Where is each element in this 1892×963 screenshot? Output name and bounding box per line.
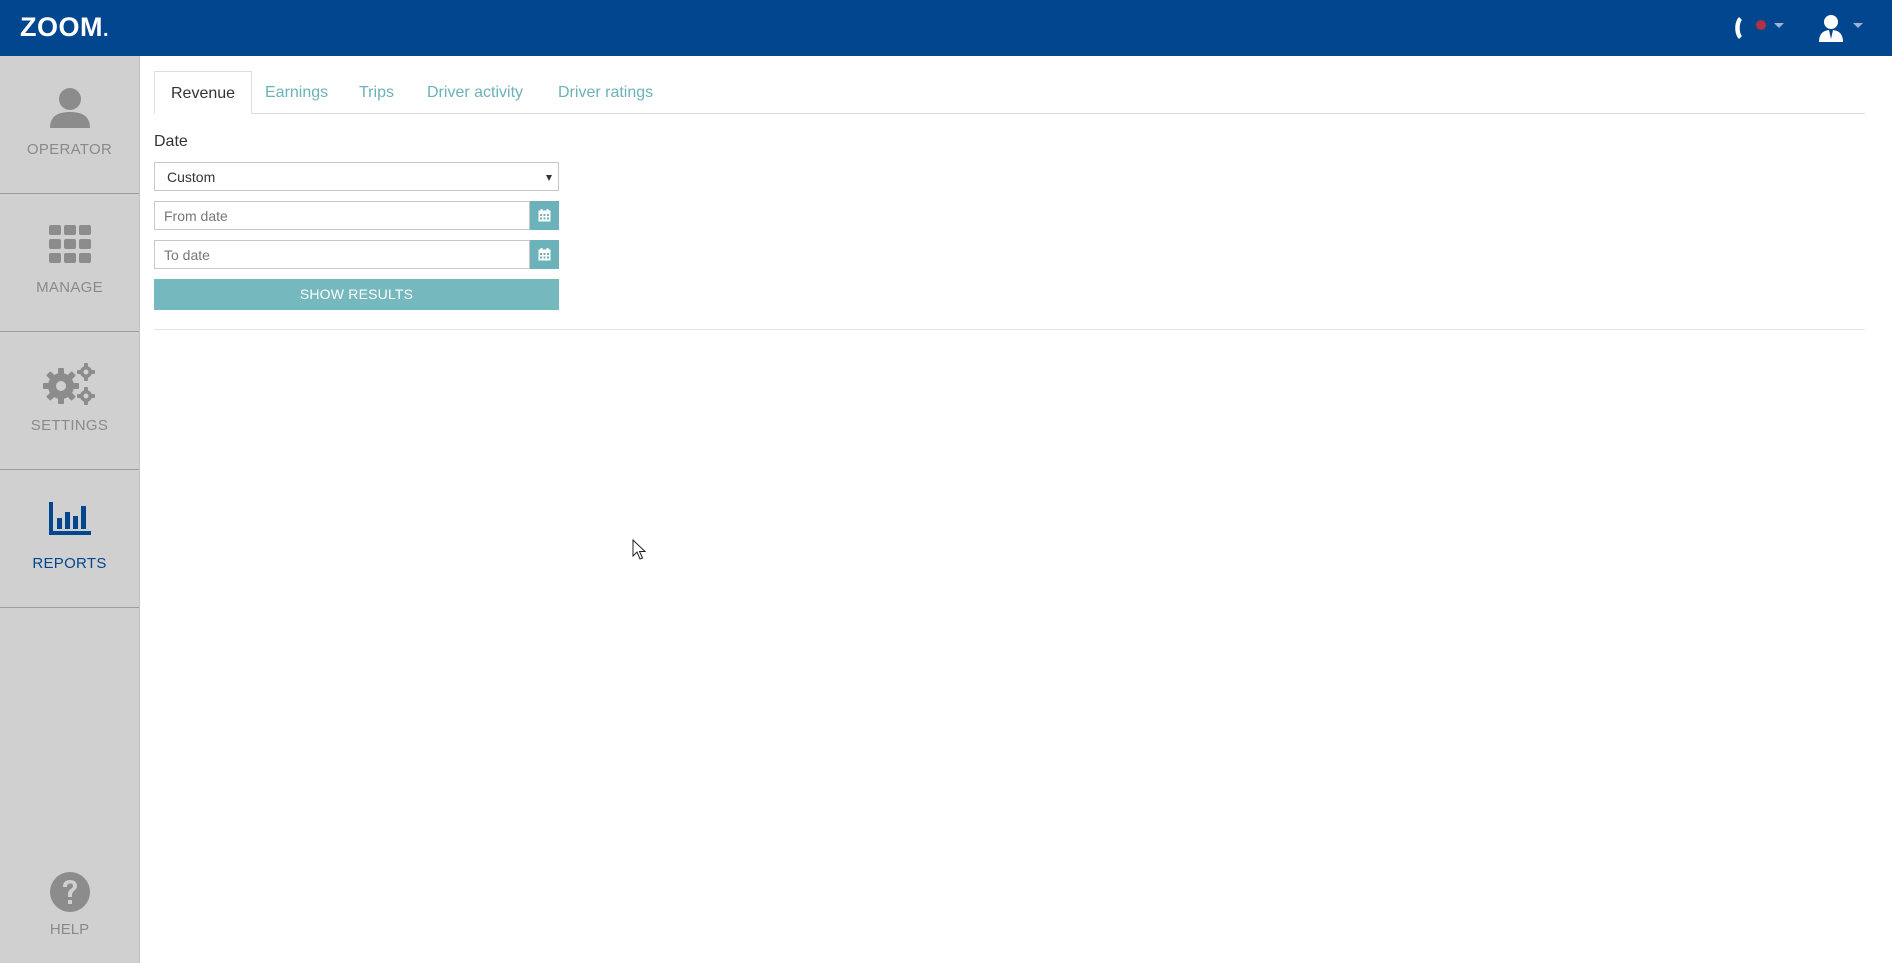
- mouse-cursor-icon: [632, 539, 646, 560]
- from-date-calendar-button[interactable]: [530, 201, 559, 230]
- date-range-select[interactable]: Custom: [154, 162, 559, 191]
- sidebar-item-label: HELP: [49, 921, 90, 938]
- to-date-calendar-button[interactable]: [530, 240, 559, 269]
- zoom-logo[interactable]: ZOOM.: [20, 12, 109, 43]
- status-dot: [1756, 20, 1766, 30]
- sidebar-item-label: OPERATOR: [26, 141, 113, 158]
- date-label: Date: [154, 133, 188, 150]
- results-divider: [154, 329, 1865, 330]
- bar-chart-icon: [48, 502, 91, 535]
- user-icon[interactable]: [1818, 13, 1846, 43]
- from-date-input[interactable]: [154, 201, 530, 230]
- to-date-input[interactable]: [154, 240, 530, 269]
- calendar-icon: [538, 248, 551, 261]
- sidebar-item-operator[interactable]: OPERATOR: [0, 56, 139, 194]
- user-dropdown-caret-icon[interactable]: [1853, 23, 1863, 28]
- top-bar: ZOOM.: [0, 0, 1892, 56]
- grid-icon: [48, 225, 91, 263]
- sidebar-item-help[interactable]: HELP: [0, 861, 139, 961]
- tab-revenue[interactable]: Revenue: [154, 71, 253, 114]
- gears-icon: [42, 363, 95, 405]
- tab-driver-ratings[interactable]: Driver ratings: [558, 71, 653, 113]
- show-results-button[interactable]: SHOW RESULTS: [154, 279, 559, 310]
- sidebar-item-label: SETTINGS: [30, 417, 109, 434]
- sidebar-item-settings[interactable]: SETTINGS: [0, 332, 139, 470]
- tab-earnings[interactable]: Earnings: [265, 71, 328, 113]
- calendar-icon: [538, 209, 551, 222]
- tab-driver-activity[interactable]: Driver activity: [427, 71, 523, 113]
- help-icon: [49, 872, 90, 912]
- phone-icon[interactable]: [1730, 14, 1756, 42]
- sidebar-item-label: REPORTS: [32, 555, 107, 572]
- sidebar: OPERATOR MANAGE SETTINGS REPORTS HELP: [0, 56, 140, 963]
- report-tabs: Revenue Earnings Trips Driver activity D…: [154, 71, 1865, 114]
- chevron-down-icon: [546, 175, 552, 181]
- sidebar-item-label: MANAGE: [36, 279, 103, 296]
- operator-icon: [49, 88, 90, 128]
- sidebar-item-manage[interactable]: MANAGE: [0, 194, 139, 332]
- tab-trips[interactable]: Trips: [359, 71, 394, 113]
- phone-dropdown-caret-icon[interactable]: [1774, 23, 1784, 28]
- date-range-select-value: Custom: [167, 169, 216, 185]
- sidebar-item-reports[interactable]: REPORTS: [0, 470, 139, 608]
